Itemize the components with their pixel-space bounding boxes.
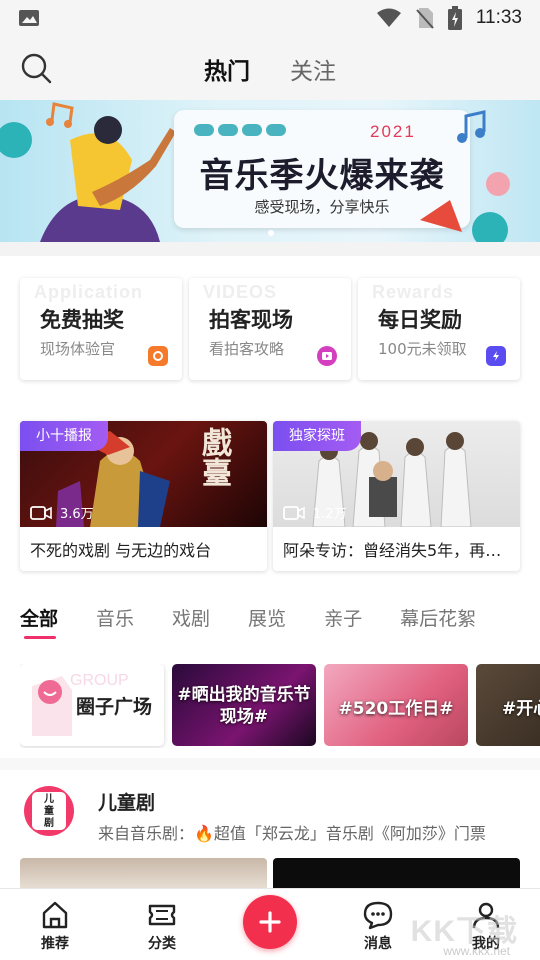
kids-drama-description[interactable]: 来自音乐剧：🔥超值「郑云龙」音乐剧《阿加莎》门票 <box>98 820 498 844</box>
kids-drama-avatar[interactable]: 儿童剧 <box>24 786 74 836</box>
nav-label: 分类 <box>148 936 176 952</box>
top-header: 热门 关注 <box>0 36 540 100</box>
nav-messages[interactable]: 消息 <box>343 899 413 953</box>
plaza-ghost-text: GROUP <box>70 672 129 689</box>
category-tab-family[interactable]: 亲子 <box>324 604 362 644</box>
topic-strip: GROUP 圈子广场 #晒出我的音乐节现场# #520工作日# #开心 <box>20 664 540 748</box>
avatar-text: 儿童剧 <box>32 792 66 830</box>
topic-title: #520工作日# <box>338 699 454 719</box>
kids-drama-title[interactable]: 儿童剧 <box>98 788 155 815</box>
guitarist-illustration <box>0 102 176 242</box>
plus-icon <box>259 911 281 933</box>
section-divider <box>0 242 540 256</box>
category-tabs: 全部 音乐 戏剧 展览 亲子 幕后花絮 <box>20 604 514 644</box>
video-view-count: 3.6万 <box>60 507 94 522</box>
tab-hot[interactable]: 热门 <box>204 52 250 86</box>
circle-plaza-card[interactable]: GROUP 圈子广场 <box>20 664 164 746</box>
top-tabs: 热门 关注 <box>0 52 540 86</box>
nav-label: 消息 <box>364 936 392 952</box>
feature-title: 每日奖励 <box>378 308 462 332</box>
topic-card[interactable]: #520工作日# <box>324 664 468 746</box>
video-views: 1.2万 <box>283 503 347 522</box>
kids-drama-image[interactable] <box>273 858 520 888</box>
video-tag: 小十播报 <box>20 421 108 451</box>
feature-cards: Application 免费抽奖 现场体验官 VIDEOS 拍客现场 看拍客攻略… <box>20 278 520 380</box>
video-thumbnail: 独家探班 1.2万 <box>273 421 520 527</box>
wifi-icon <box>376 8 401 27</box>
feature-ghost-text: VIDEOS <box>203 282 278 302</box>
topic-card[interactable]: #开心 <box>476 664 540 746</box>
promo-banner[interactable]: 2021 音乐季火爆来袭 感受现场，分享快乐 <box>0 100 540 242</box>
feature-title: 免费抽奖 <box>40 308 124 332</box>
video-cards: 戲臺 小十播报 3.6万 不死的戏剧 与无边的戏台 独家探班 1.2万 阿朵专访… <box>20 421 520 571</box>
category-tab-behind-scenes[interactable]: 幕后花絮 <box>400 604 476 644</box>
feature-lottery[interactable]: Application 免费抽奖 现场体验官 <box>20 278 182 380</box>
add-button[interactable] <box>243 895 297 949</box>
video-tag: 独家探班 <box>273 421 361 451</box>
bolt-icon <box>486 346 506 366</box>
category-tab-drama[interactable]: 戏剧 <box>172 604 210 644</box>
watermark-url: www.kkx.net <box>443 944 510 958</box>
nav-recommend[interactable]: 推荐 <box>20 899 90 953</box>
video-view-count: 1.2万 <box>313 507 347 522</box>
chat-bubble-icon <box>363 901 393 930</box>
clock-time: 11:33 <box>475 7 522 28</box>
feature-subtitle: 现场体验官 <box>40 340 116 358</box>
video-thumbnail: 戲臺 小十播报 3.6万 <box>20 421 267 527</box>
feature-ghost-text: Rewards <box>372 282 455 302</box>
video-card[interactable]: 戲臺 小十播报 3.6万 不死的戏剧 与无边的戏台 <box>20 421 267 571</box>
tab-follow[interactable]: 关注 <box>290 52 336 86</box>
nav-label: 推荐 <box>41 936 69 952</box>
nav-category[interactable]: 分类 <box>127 899 197 953</box>
feature-subtitle: 100元未领取 <box>378 340 467 358</box>
old-year-mark <box>194 124 286 136</box>
video-views: 3.6万 <box>30 503 94 522</box>
megaphone-illustration <box>420 172 510 242</box>
plaza-bag-icon <box>32 676 72 736</box>
kids-drama-image[interactable] <box>20 858 267 888</box>
topic-card[interactable]: #晒出我的音乐节现场# <box>172 664 316 746</box>
feature-subtitle: 看拍客攻略 <box>209 340 285 358</box>
topic-title: #开心 <box>502 699 540 719</box>
section-divider <box>0 758 540 770</box>
video-play-icon <box>317 346 337 366</box>
music-note-icon <box>457 110 486 143</box>
video-title: 阿朵专访：曾经消失5年，再度回归 <box>283 541 513 560</box>
topic-title: #晒出我的音乐节现场# <box>177 685 311 727</box>
feature-snap-live[interactable]: VIDEOS 拍客现场 看拍客攻略 <box>189 278 351 380</box>
category-tab-exhibition[interactable]: 展览 <box>248 604 286 644</box>
video-title: 不死的戏剧 与无边的戏台 <box>30 541 212 560</box>
plaza-title: 圈子广场 <box>76 696 153 718</box>
gift-icon <box>148 346 168 366</box>
category-tab-all[interactable]: 全部 <box>20 604 58 644</box>
home-icon <box>42 901 68 929</box>
video-camera-icon <box>283 505 305 520</box>
no-sim-icon <box>416 8 434 29</box>
banner-year: 2021 <box>370 122 416 141</box>
banner-page-dot <box>268 230 274 236</box>
video-card[interactable]: 独家探班 1.2万 阿朵专访：曾经消失5年，再度回归 <box>273 421 520 571</box>
ticket-icon <box>148 904 176 926</box>
video-art-text: 戲臺 <box>196 427 231 487</box>
feature-daily-reward[interactable]: Rewards 每日奖励 100元未领取 <box>358 278 520 380</box>
feature-title: 拍客现场 <box>209 308 293 332</box>
feature-ghost-text: Application <box>34 282 143 302</box>
video-camera-icon <box>30 505 52 520</box>
battery-charging-icon <box>447 6 462 30</box>
image-icon <box>19 10 39 26</box>
status-bar: 11:33 <box>0 0 540 36</box>
category-tab-music[interactable]: 音乐 <box>96 604 134 644</box>
